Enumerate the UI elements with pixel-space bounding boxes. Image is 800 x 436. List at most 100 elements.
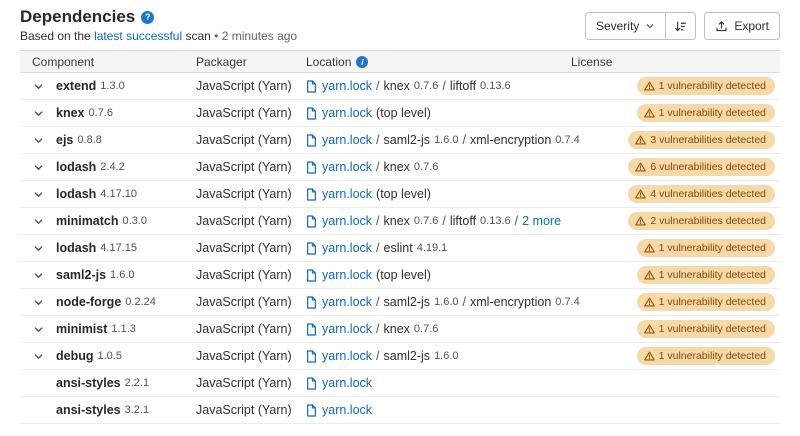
vulnerability-badge-label: 1 vulnerability detected	[659, 108, 766, 119]
packager-cell: JavaScript (Yarn)	[186, 400, 296, 420]
file-icon	[306, 80, 317, 93]
location-file-link[interactable]: yarn.lock	[322, 376, 372, 390]
toolbar: Severity Export	[585, 12, 780, 40]
component-name: ansi-styles	[56, 403, 121, 417]
expand-chevron-icon[interactable]	[33, 189, 44, 200]
location-file-link[interactable]: yarn.lock	[322, 106, 372, 120]
packager-cell: JavaScript (Yarn)	[186, 157, 296, 177]
scan-time: • 2 minutes ago	[214, 29, 297, 43]
sort-direction-button[interactable]	[665, 12, 696, 40]
license-and-badge-cell: 3 vulnerabilities detected	[561, 128, 780, 152]
title-block: Dependencies ? Based on the latest succe…	[20, 6, 297, 44]
vulnerability-badge-label: 1 vulnerability detected	[659, 243, 766, 254]
more-locations-link[interactable]: 2 more	[522, 214, 561, 228]
location-file-link[interactable]: yarn.lock	[322, 187, 372, 201]
location-cell: yarn.lock/knex0.7.6/liftoff0.13.6/2 more	[296, 211, 561, 231]
packager-cell: JavaScript (Yarn)	[186, 211, 296, 231]
location-file-link[interactable]: yarn.lock	[322, 295, 372, 309]
path-separator: /	[463, 133, 466, 147]
location-file-link[interactable]: yarn.lock	[322, 133, 372, 147]
location-file-link[interactable]: yarn.lock	[322, 214, 372, 228]
file-icon	[306, 404, 317, 417]
info-icon[interactable]: i	[356, 56, 368, 68]
path-separator: /	[376, 133, 379, 147]
location-file-link[interactable]: yarn.lock	[322, 268, 372, 282]
component-cell: minimist 1.1.3	[20, 319, 186, 339]
chevron-spacer	[33, 405, 44, 416]
location-file-link[interactable]: yarn.lock	[322, 160, 372, 174]
location-file-link[interactable]: yarn.lock	[322, 349, 372, 363]
location-cell: yarn.lock(top level)	[296, 103, 561, 123]
vulnerability-badge[interactable]: 1 vulnerability detected	[637, 104, 775, 122]
location-file-link[interactable]: yarn.lock	[322, 403, 372, 417]
help-icon[interactable]: ?	[141, 11, 154, 24]
vulnerability-badge[interactable]: 1 vulnerability detected	[637, 320, 775, 338]
expand-chevron-icon[interactable]	[33, 216, 44, 227]
warning-icon	[635, 162, 646, 172]
path-separator: /	[376, 160, 379, 174]
column-header-component: Component	[20, 55, 186, 69]
license-and-badge-cell	[561, 407, 780, 413]
location-file-link[interactable]: yarn.lock	[322, 322, 372, 336]
file-icon	[306, 215, 317, 228]
component-version: 1.0.5	[98, 350, 122, 362]
component-cell: saml2-js1.6.0	[20, 265, 186, 285]
table-row: minimatch0.3.0JavaScript (Yarn)yarn.lock…	[20, 208, 780, 235]
vulnerability-badge[interactable]: 2 vulnerabilities detected	[628, 212, 775, 230]
expand-chevron-icon[interactable]	[33, 135, 44, 146]
location-cell: yarn.lock/eslint4.19.1	[296, 238, 561, 258]
top-level-label: (top level)	[376, 187, 431, 201]
table-row: saml2-js1.6.0JavaScript (Yarn)yarn.lock(…	[20, 262, 780, 289]
vulnerability-badge[interactable]: 3 vulnerabilities detected	[628, 131, 775, 149]
export-button[interactable]: Export	[704, 12, 780, 40]
page-title-text: Dependencies	[20, 6, 135, 28]
warning-icon	[635, 135, 646, 145]
expand-chevron-icon[interactable]	[33, 324, 44, 335]
vulnerability-badge[interactable]: 6 vulnerabilities detected	[628, 158, 775, 176]
path-separator: /	[442, 79, 445, 93]
path-separator: /	[376, 322, 379, 336]
latest-successful-scan-link[interactable]: latest successful	[94, 29, 182, 43]
location-cell: yarn.lock(top level)	[296, 265, 561, 285]
location-cell: yarn.lock/saml2-js1.6.0/xml-encryption0.…	[296, 292, 561, 312]
component-name: ejs	[56, 133, 73, 147]
warning-icon	[644, 351, 655, 361]
file-icon	[306, 107, 317, 120]
location-file-link[interactable]: yarn.lock	[322, 79, 372, 93]
export-icon	[715, 20, 728, 33]
page-header: Dependencies ? Based on the latest succe…	[20, 6, 780, 44]
component-version: 1.1.3	[111, 323, 135, 335]
path-separator: /	[376, 241, 379, 255]
path-dependency-name: knex	[384, 160, 410, 174]
vulnerability-badge[interactable]: 1 vulnerability detected	[637, 347, 775, 365]
vulnerability-badge[interactable]: 1 vulnerability detected	[637, 239, 775, 257]
license-and-badge-cell: 1 vulnerability detected	[561, 290, 780, 314]
path-dependency-name: liftoff	[450, 214, 476, 228]
table-row: ansi-styles2.2.1JavaScript (Yarn)yarn.lo…	[20, 370, 780, 397]
table-row: node-forge0.2.24JavaScript (Yarn)yarn.lo…	[20, 289, 780, 316]
expand-chevron-icon[interactable]	[33, 351, 44, 362]
expand-chevron-icon[interactable]	[33, 162, 44, 173]
path-dependency-version: 0.7.6	[414, 323, 438, 335]
vulnerability-badge[interactable]: 1 vulnerability detected	[637, 77, 775, 95]
expand-chevron-icon[interactable]	[33, 108, 44, 119]
severity-label: Severity	[596, 19, 639, 33]
location-file-link[interactable]: yarn.lock	[322, 241, 372, 255]
component-cell: lodash2.4.2	[20, 157, 186, 177]
expand-chevron-icon[interactable]	[33, 81, 44, 92]
file-icon	[306, 350, 317, 363]
expand-chevron-icon[interactable]	[33, 270, 44, 281]
vulnerability-badge[interactable]: 4 vulnerabilities detected	[628, 185, 775, 203]
path-dependency-version: 0.13.6	[480, 215, 511, 227]
component-name: minimist	[56, 322, 107, 336]
severity-dropdown[interactable]: Severity	[585, 12, 666, 40]
column-header-location: Location i	[296, 55, 561, 69]
path-dependency-version: 0.7.6	[414, 80, 438, 92]
expand-chevron-icon[interactable]	[33, 297, 44, 308]
vulnerability-badge[interactable]: 1 vulnerability detected	[637, 266, 775, 284]
vulnerability-badge[interactable]: 1 vulnerability detected	[637, 293, 775, 311]
location-cell: yarn.lock	[296, 400, 561, 420]
file-icon	[306, 161, 317, 174]
component-version: 0.2.24	[125, 296, 156, 308]
expand-chevron-icon[interactable]	[33, 243, 44, 254]
